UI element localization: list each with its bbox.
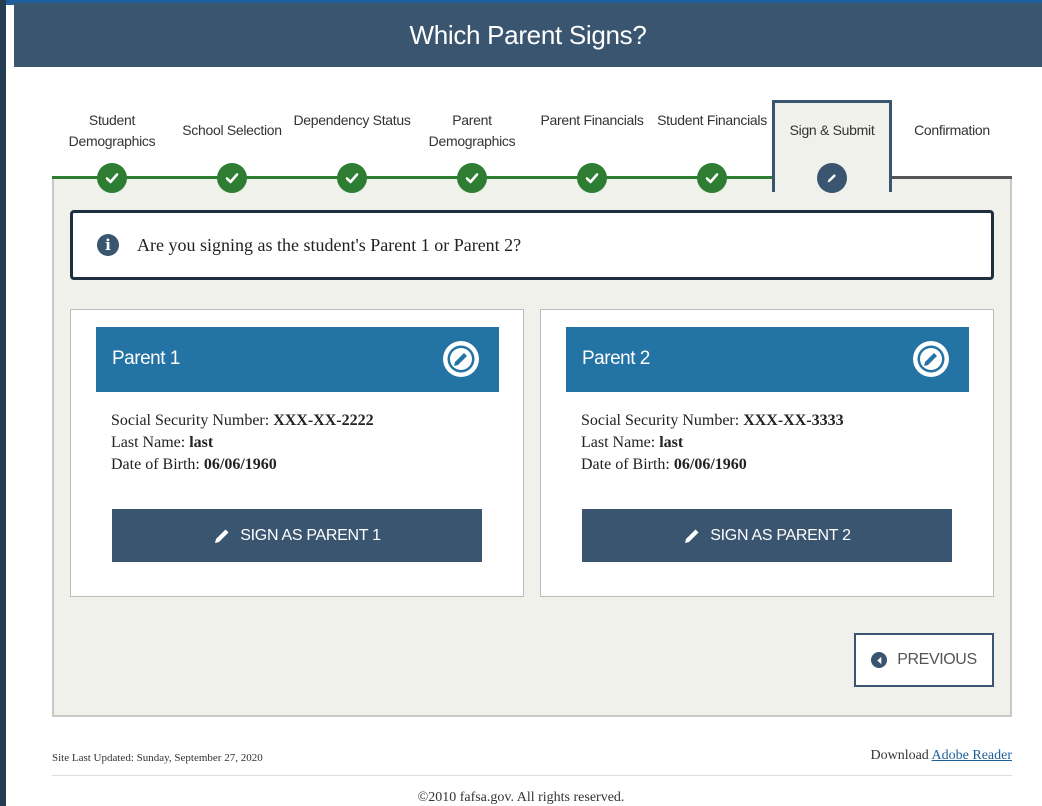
progress-track-remaining — [892, 176, 1012, 179]
pencil-icon — [215, 529, 229, 543]
info-alert: i Are you signing as the student's Paren… — [70, 210, 994, 280]
pencil-icon — [685, 529, 699, 543]
pencil-icon — [817, 163, 847, 193]
edit-badge-icon — [443, 341, 479, 377]
checkmark-icon — [97, 163, 127, 193]
sign-as-parent-2-button[interactable]: SIGN AS PARENT 2 — [582, 509, 952, 562]
footer-divider — [52, 775, 1012, 776]
info-message: Are you signing as the student's Parent … — [137, 234, 522, 255]
site-updated-text: Site Last Updated: Sunday, September 27,… — [52, 752, 263, 764]
edit-badge-icon — [913, 341, 949, 377]
parent-1-card-header: Parent 1 — [96, 327, 499, 392]
parent-1-ssn: Social Security Number: XXX-XX-2222 — [111, 412, 374, 429]
left-edge-bar — [0, 0, 6, 806]
step-school-selection[interactable]: School Selection — [172, 120, 292, 141]
step-confirmation: Confirmation — [914, 122, 990, 138]
progress-track-complete — [52, 176, 772, 179]
page-title: Which Parent Signs? — [409, 19, 647, 50]
parent-1-card: Parent 1 Social Security Number: XXX-XX-… — [70, 309, 524, 597]
sign-as-parent-1-button[interactable]: SIGN AS PARENT 1 — [112, 509, 482, 562]
page-header: Which Parent Signs? — [14, 3, 1042, 67]
parent-1-title: Parent 1 — [112, 348, 180, 369]
progress-stepper: Student Demographics School Selection De… — [52, 100, 1012, 195]
download-reader: Download Adobe Reader — [870, 748, 1012, 763]
adobe-reader-link[interactable]: Adobe Reader — [932, 748, 1012, 763]
parent-2-ssn: Social Security Number: XXX-XX-3333 — [581, 412, 844, 429]
step-parent-financials[interactable]: Parent Financials — [532, 110, 652, 131]
parent-1-lastname: Last Name: last — [111, 434, 214, 451]
checkmark-icon — [457, 163, 487, 193]
step-sign-submit[interactable]: Sign & Submit — [772, 120, 892, 141]
checkmark-icon — [697, 163, 727, 193]
previous-button[interactable]: PREVIOUS — [854, 633, 994, 687]
info-icon: i — [97, 234, 119, 256]
checkmark-icon — [577, 163, 607, 193]
parent-2-card-header: Parent 2 — [566, 327, 969, 392]
parent-2-title: Parent 2 — [582, 348, 650, 369]
parent-2-lastname: Last Name: last — [581, 434, 684, 451]
copyright-text: ©2010 fafsa.gov. All rights reserved. — [417, 790, 625, 805]
checkmark-icon — [337, 163, 367, 193]
step-student-financials[interactable]: Student Financials — [652, 110, 772, 131]
parent-1-dob: Date of Birth: 06/06/1960 — [111, 456, 277, 473]
parent-2-card: Parent 2 Social Security Number: XXX-XX-… — [540, 309, 994, 597]
step-student-demographics[interactable]: Student Demographics — [52, 110, 172, 152]
step-parent-demographics[interactable]: Parent Demographics — [412, 110, 532, 152]
parent-2-dob: Date of Birth: 06/06/1960 — [581, 456, 747, 473]
step-dependency-status[interactable]: Dependency Status — [292, 110, 412, 131]
arrow-left-icon — [871, 652, 888, 668]
checkmark-icon — [217, 163, 247, 193]
